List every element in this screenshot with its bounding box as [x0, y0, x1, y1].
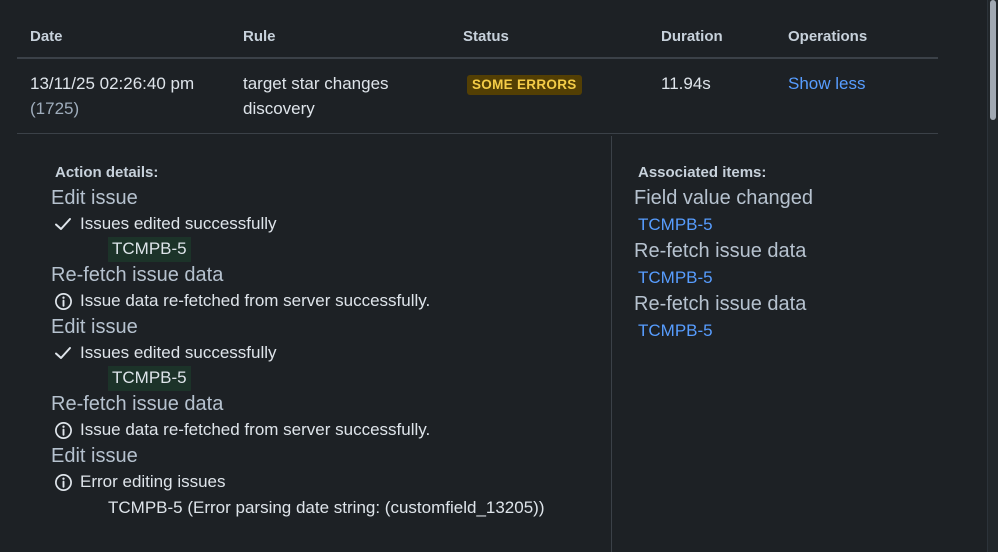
action-title: Edit issue: [51, 316, 138, 338]
action-result-text: Issue data re-fetched from server succes…: [80, 420, 431, 439]
rule-column-header[interactable]: Rule: [230, 18, 450, 59]
info-icon: [53, 420, 73, 440]
check-icon: [53, 214, 73, 234]
action-result: Issue data re-fetched from server succes…: [53, 288, 591, 314]
action-title: Re-fetch issue data: [51, 393, 224, 415]
associated-item-title: Re-fetch issue data: [634, 240, 807, 262]
page-scrollbar[interactable]: [987, 0, 998, 552]
action-details-heading: Action details:: [55, 164, 159, 181]
action-result-text: Issues edited successfully: [80, 343, 277, 362]
table-row: 13/11/25 02:26:40 pm (1725) target star …: [17, 58, 938, 134]
scrollbar-thumb[interactable]: [990, 0, 996, 120]
action-details-section: Action details: Edit issue Issues edited…: [51, 160, 591, 521]
status-badge: SOME ERRORS: [467, 75, 582, 95]
info-icon: [53, 472, 73, 492]
table-header-row: Date Rule Status Duration Operations: [17, 18, 938, 59]
action-result: Issues edited successfully: [53, 211, 591, 237]
rule-cell: target star changes discovery: [230, 58, 450, 134]
details-divider: [611, 136, 612, 552]
show-less-link[interactable]: Show less: [788, 74, 865, 93]
issue-key-tag: TCMPB-5: [108, 366, 191, 391]
action-title: Edit issue: [51, 187, 138, 209]
check-icon: [53, 343, 73, 363]
associated-item-title: Re-fetch issue data: [634, 293, 807, 315]
action-result: Issues edited successfully: [53, 340, 591, 366]
date-column-header[interactable]: Date: [17, 18, 230, 59]
date-cell: 13/11/25 02:26:40 pm (1725): [17, 58, 230, 134]
duration-column-header[interactable]: Duration: [648, 18, 775, 59]
status-cell: SOME ERRORS: [450, 58, 648, 134]
associated-items-heading: Associated items:: [638, 164, 767, 181]
action-result-text: Error editing issues: [80, 472, 226, 491]
execution-id: (1725): [30, 99, 80, 118]
duration-cell: 11.94s: [648, 58, 775, 134]
action-title: Edit issue: [51, 445, 138, 467]
action-result-text: Issue data re-fetched from server succes…: [80, 291, 431, 310]
operations-cell: Show less: [775, 58, 938, 134]
error-detail-text: TCMPB-5 (Error parsing date string: (cus…: [108, 498, 545, 517]
associated-issue-link[interactable]: TCMPB-5: [638, 212, 934, 238]
audit-log-table: Date Rule Status Duration Operations 13/…: [17, 18, 938, 134]
action-result: Issue data re-fetched from server succes…: [53, 417, 591, 443]
info-icon: [53, 291, 73, 311]
rule-name-line2: discovery: [243, 99, 315, 118]
operations-column-header: Operations: [775, 18, 938, 59]
associated-issue-link[interactable]: TCMPB-5: [638, 318, 934, 344]
associated-issue-link[interactable]: TCMPB-5: [638, 265, 934, 291]
action-title: Re-fetch issue data: [51, 264, 224, 286]
action-result: Error editing issues: [53, 469, 591, 495]
status-column-header[interactable]: Status: [450, 18, 648, 59]
rule-name-line1: target star changes: [243, 74, 389, 93]
execution-details-panel: Action details: Edit issue Issues edited…: [17, 136, 938, 552]
associated-item-title: Field value changed: [634, 187, 814, 209]
associated-items-section: Associated items: Field value changed TC…: [634, 160, 934, 344]
action-result-text: Issues edited successfully: [80, 214, 277, 233]
issue-key-tag: TCMPB-5: [108, 237, 191, 262]
date-value: 13/11/25 02:26:40 pm: [30, 74, 195, 93]
